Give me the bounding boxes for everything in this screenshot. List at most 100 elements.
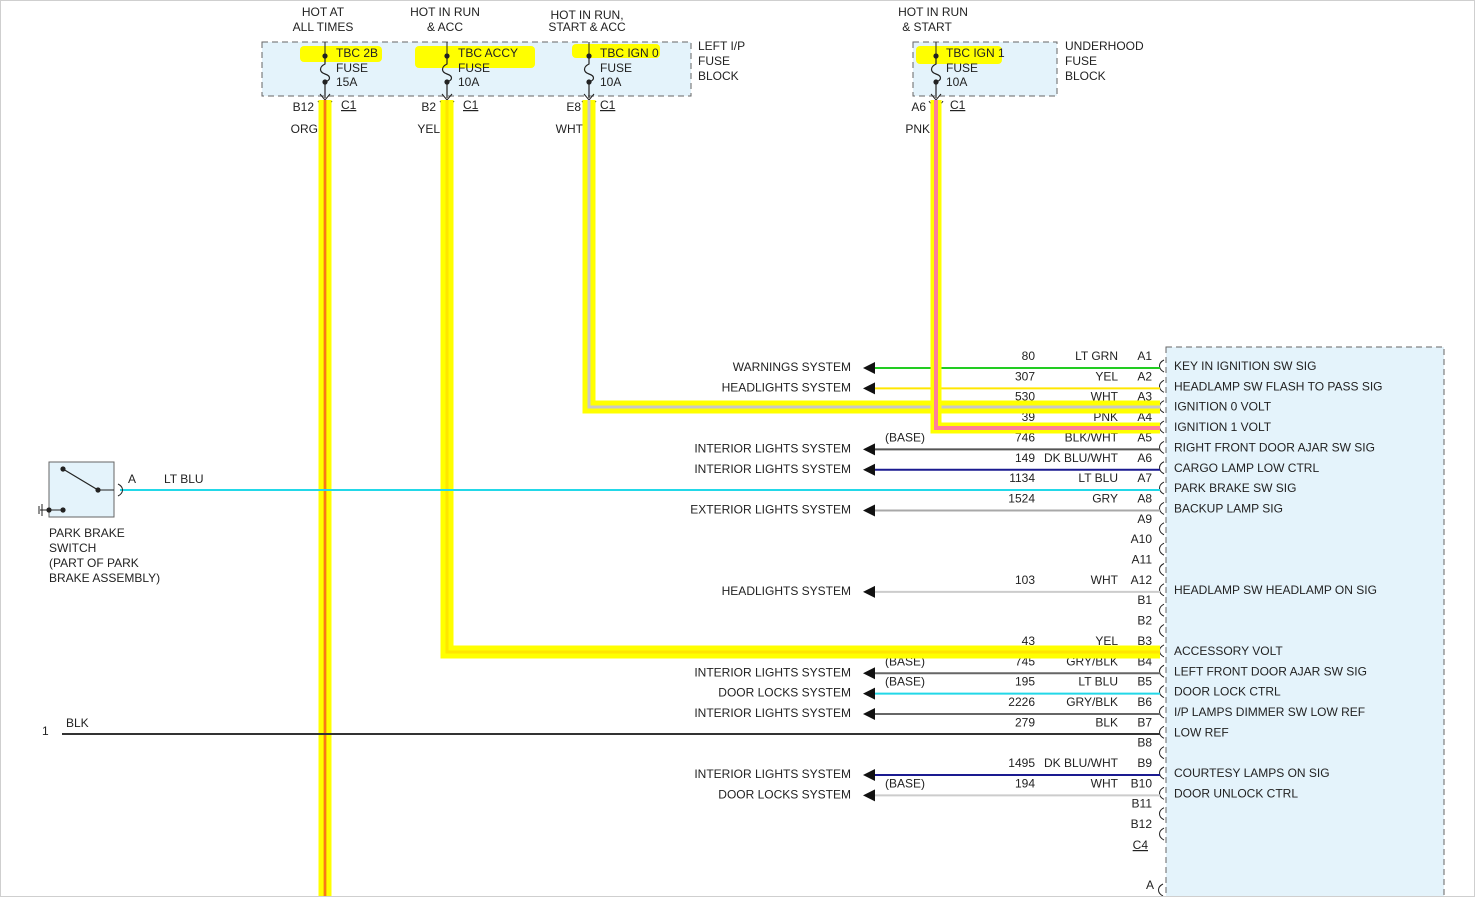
park-brake-switch: A LT BLU PARK BRAKE SWITCH (PART OF PARK…: [38, 461, 1160, 585]
fuse-hot-label: & ACC: [427, 20, 463, 34]
pin-circuit-number: 1134: [1009, 471, 1035, 485]
pin-signal-name: KEY IN IGNITION SW SIG: [1174, 359, 1316, 373]
ground-pin: 1: [42, 724, 49, 738]
pin-label: B6: [1137, 695, 1152, 709]
fuse-amps: 10A: [458, 75, 479, 89]
fuse-connector: C1: [463, 98, 479, 112]
fuse-connector: C1: [341, 98, 357, 112]
arrow-icon: [863, 789, 875, 802]
pin-signal-name: RIGHT FRONT DOOR AJAR SW SIG: [1174, 440, 1375, 454]
park-brake-label-4: BRAKE ASSEMBLY): [49, 571, 160, 585]
pin-system-label: HEADLIGHTS SYSTEM: [722, 380, 851, 394]
pin-label: A9: [1137, 512, 1152, 526]
pin-bracket: [1159, 420, 1165, 434]
module-connector-label: C4: [1133, 838, 1149, 852]
pin-bracket: [1159, 522, 1165, 536]
pin-signal-name: HEADLAMP SW HEADLAMP ON SIG: [1174, 583, 1377, 597]
pin-signal-name: HEADLAMP SW FLASH TO PASS SIG: [1174, 379, 1383, 393]
pin-signal-name: IGNITION 1 VOLT: [1174, 420, 1272, 434]
pin-bracket: [1159, 461, 1165, 475]
pin-label: B10: [1131, 776, 1153, 790]
pin-label: B9: [1137, 756, 1152, 770]
pin-bracket: [1159, 746, 1165, 760]
park-brake-wire-color: LT BLU: [164, 472, 204, 486]
pin-bracket: [1159, 583, 1165, 597]
fuse-amps: 10A: [946, 75, 967, 89]
fuse-wire-color: ORG: [291, 122, 318, 136]
pin-system-label: INTERIOR LIGHTS SYSTEM: [694, 767, 851, 781]
left-fuse-block-label-2: FUSE: [698, 54, 730, 68]
pin-wire-color: LT BLU: [1078, 471, 1118, 485]
fuse-hot-label: START & ACC: [548, 20, 626, 34]
pin-label: A2: [1137, 369, 1152, 383]
pin-bracket: [1159, 481, 1165, 495]
fuse-hot-label: HOT AT: [302, 5, 345, 19]
pin-bracket: [1159, 807, 1165, 821]
pin-wire-color: DK BLU/WHT: [1044, 451, 1119, 465]
fuse-hot-label: HOT IN RUN: [410, 5, 480, 19]
pin-wire-color: WHT: [1091, 573, 1119, 587]
arrow-icon: [863, 362, 875, 374]
pin-label: B11: [1132, 797, 1153, 811]
pin-circuit-number: 103: [1015, 573, 1035, 587]
fuse-name: TBC ACCY: [458, 46, 518, 60]
pin-signal-name: PARK BRAKE SW SIG: [1174, 481, 1296, 495]
fuse-wire-color: YEL: [417, 122, 440, 136]
pin-circuit-number: 1524: [1008, 491, 1035, 505]
pin-circuit-number: 194: [1015, 776, 1035, 790]
pin-label: B5: [1137, 675, 1152, 689]
pin-signal-name: COURTESY LAMPS ON SIG: [1174, 766, 1330, 780]
pin-wire-color: GRY: [1092, 491, 1118, 505]
fuse-amps: 15A: [336, 75, 357, 89]
pin-label: A7: [1137, 471, 1152, 485]
left-fuse-block-label-1: LEFT I/P: [698, 39, 745, 53]
left-fuse-block-label-3: BLOCK: [698, 69, 739, 83]
park-brake-pin: A: [128, 472, 136, 486]
pin-system-label: EXTERIOR LIGHTS SYSTEM: [690, 502, 851, 516]
park-brake-label-1: PARK BRAKE: [49, 526, 125, 540]
underhood-fuse-block-label-3: BLOCK: [1065, 69, 1106, 83]
pin-circuit-number: 149: [1015, 451, 1035, 465]
pin-base-note: (BASE): [885, 430, 925, 444]
pin-label: B12: [1131, 817, 1153, 831]
pin-wire-color: GRY/BLK: [1066, 695, 1118, 709]
pin-label: A6: [1137, 451, 1152, 465]
pin-signal-name: CARGO LAMP LOW CTRL: [1174, 461, 1319, 475]
pin-wire-color: YEL: [1095, 369, 1118, 383]
park-brake-label-3: (PART OF PARK: [49, 556, 139, 570]
pin-circuit-number: 279: [1015, 715, 1035, 729]
pin-bracket: [1159, 603, 1165, 617]
arrow-icon: [863, 687, 875, 700]
fuse-hot-label: & START: [902, 20, 952, 34]
pin-bracket: [1159, 359, 1165, 373]
module-bottom-pin: A: [1146, 878, 1154, 892]
fuse-pin: B12: [293, 100, 315, 114]
pin-circuit-number: 195: [1015, 675, 1035, 689]
fuse-connector: C1: [950, 98, 966, 112]
ground-wire: 1 BLK: [42, 716, 1160, 738]
pin-bracket: [1159, 502, 1165, 515]
fuse-pin: E8: [566, 100, 581, 114]
pin-bracket: [1159, 786, 1165, 800]
pin-wire-color: LT BLU: [1078, 675, 1118, 689]
pin-bracket: [1159, 644, 1165, 658]
pin-signal-name: ACCESSORY VOLT: [1174, 644, 1283, 658]
pin-label: B2: [1137, 614, 1152, 628]
pin-signal-name: LOW REF: [1174, 725, 1229, 739]
fuse-hot-label: HOT IN RUN: [898, 5, 968, 19]
fuse-name: TBC IGN 1: [946, 46, 1005, 60]
pin-signal-name: LEFT FRONT DOOR AJAR SW SIG: [1174, 664, 1367, 678]
pin-signal-name: IGNITION 0 VOLT: [1174, 400, 1272, 414]
arrow-icon: [863, 707, 875, 720]
pin-base-note: (BASE): [885, 675, 925, 689]
arrow-icon: [863, 382, 875, 395]
fuse-pin: B2: [421, 100, 436, 114]
pin-label: A11: [1132, 553, 1153, 567]
fuse-type: FUSE: [600, 61, 632, 75]
pin-label: A12: [1131, 573, 1153, 587]
pin-circuit-number: 2226: [1008, 695, 1035, 709]
arrow-icon: [863, 769, 875, 781]
pin-bracket: [1159, 542, 1165, 556]
fuse-wire-color: WHT: [556, 122, 584, 136]
pin-circuit-number: 80: [1022, 349, 1036, 363]
